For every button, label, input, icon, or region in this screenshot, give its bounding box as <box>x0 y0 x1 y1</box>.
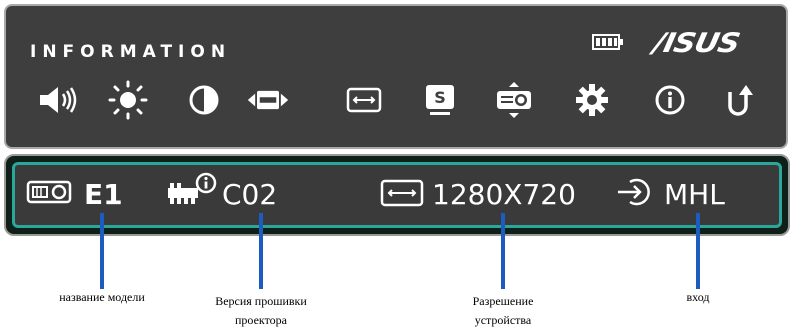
battery-icon <box>592 34 624 50</box>
resolution-pointer-line <box>501 213 505 289</box>
osd-menu-panel: INFORMATION /ISUS S <box>4 4 788 149</box>
splendid-mode-icon[interactable]: S <box>418 80 462 120</box>
input-callout-label: вход <box>686 290 710 304</box>
information-icon[interactable] <box>648 80 692 120</box>
brand-logo: /ISUS <box>650 27 743 60</box>
contrast-icon[interactable] <box>182 80 226 120</box>
settings-gear-icon[interactable] <box>570 80 614 120</box>
firmware-callout-label: Версия прошивки проектора <box>215 294 307 327</box>
input-value: MHL <box>664 178 725 211</box>
resolution-callout-label: Разрешение устройства <box>472 294 534 327</box>
projector-setup-icon[interactable] <box>492 80 536 120</box>
aspect-ratio-icon[interactable] <box>246 80 290 120</box>
firmware-value: C02 <box>222 178 278 211</box>
input-source-icon <box>616 176 656 213</box>
firmware-pointer-line <box>259 213 263 289</box>
volume-icon[interactable] <box>36 80 80 120</box>
model-callout-label: название модели <box>59 290 145 304</box>
resolution-icon-bar <box>380 179 424 212</box>
resolution-icon[interactable] <box>342 80 386 120</box>
firmware-version-icon <box>166 172 218 211</box>
projector-icon <box>26 179 72 210</box>
resolution-value: 1280X720 <box>432 178 576 211</box>
brightness-icon[interactable] <box>106 80 150 120</box>
menu-title: INFORMATION <box>30 42 232 62</box>
model-pointer-line <box>100 213 104 289</box>
model-value: E1 <box>84 178 123 211</box>
return-icon[interactable] <box>718 80 762 120</box>
input-pointer-line <box>696 213 700 289</box>
svg-text:S: S <box>434 88 446 107</box>
